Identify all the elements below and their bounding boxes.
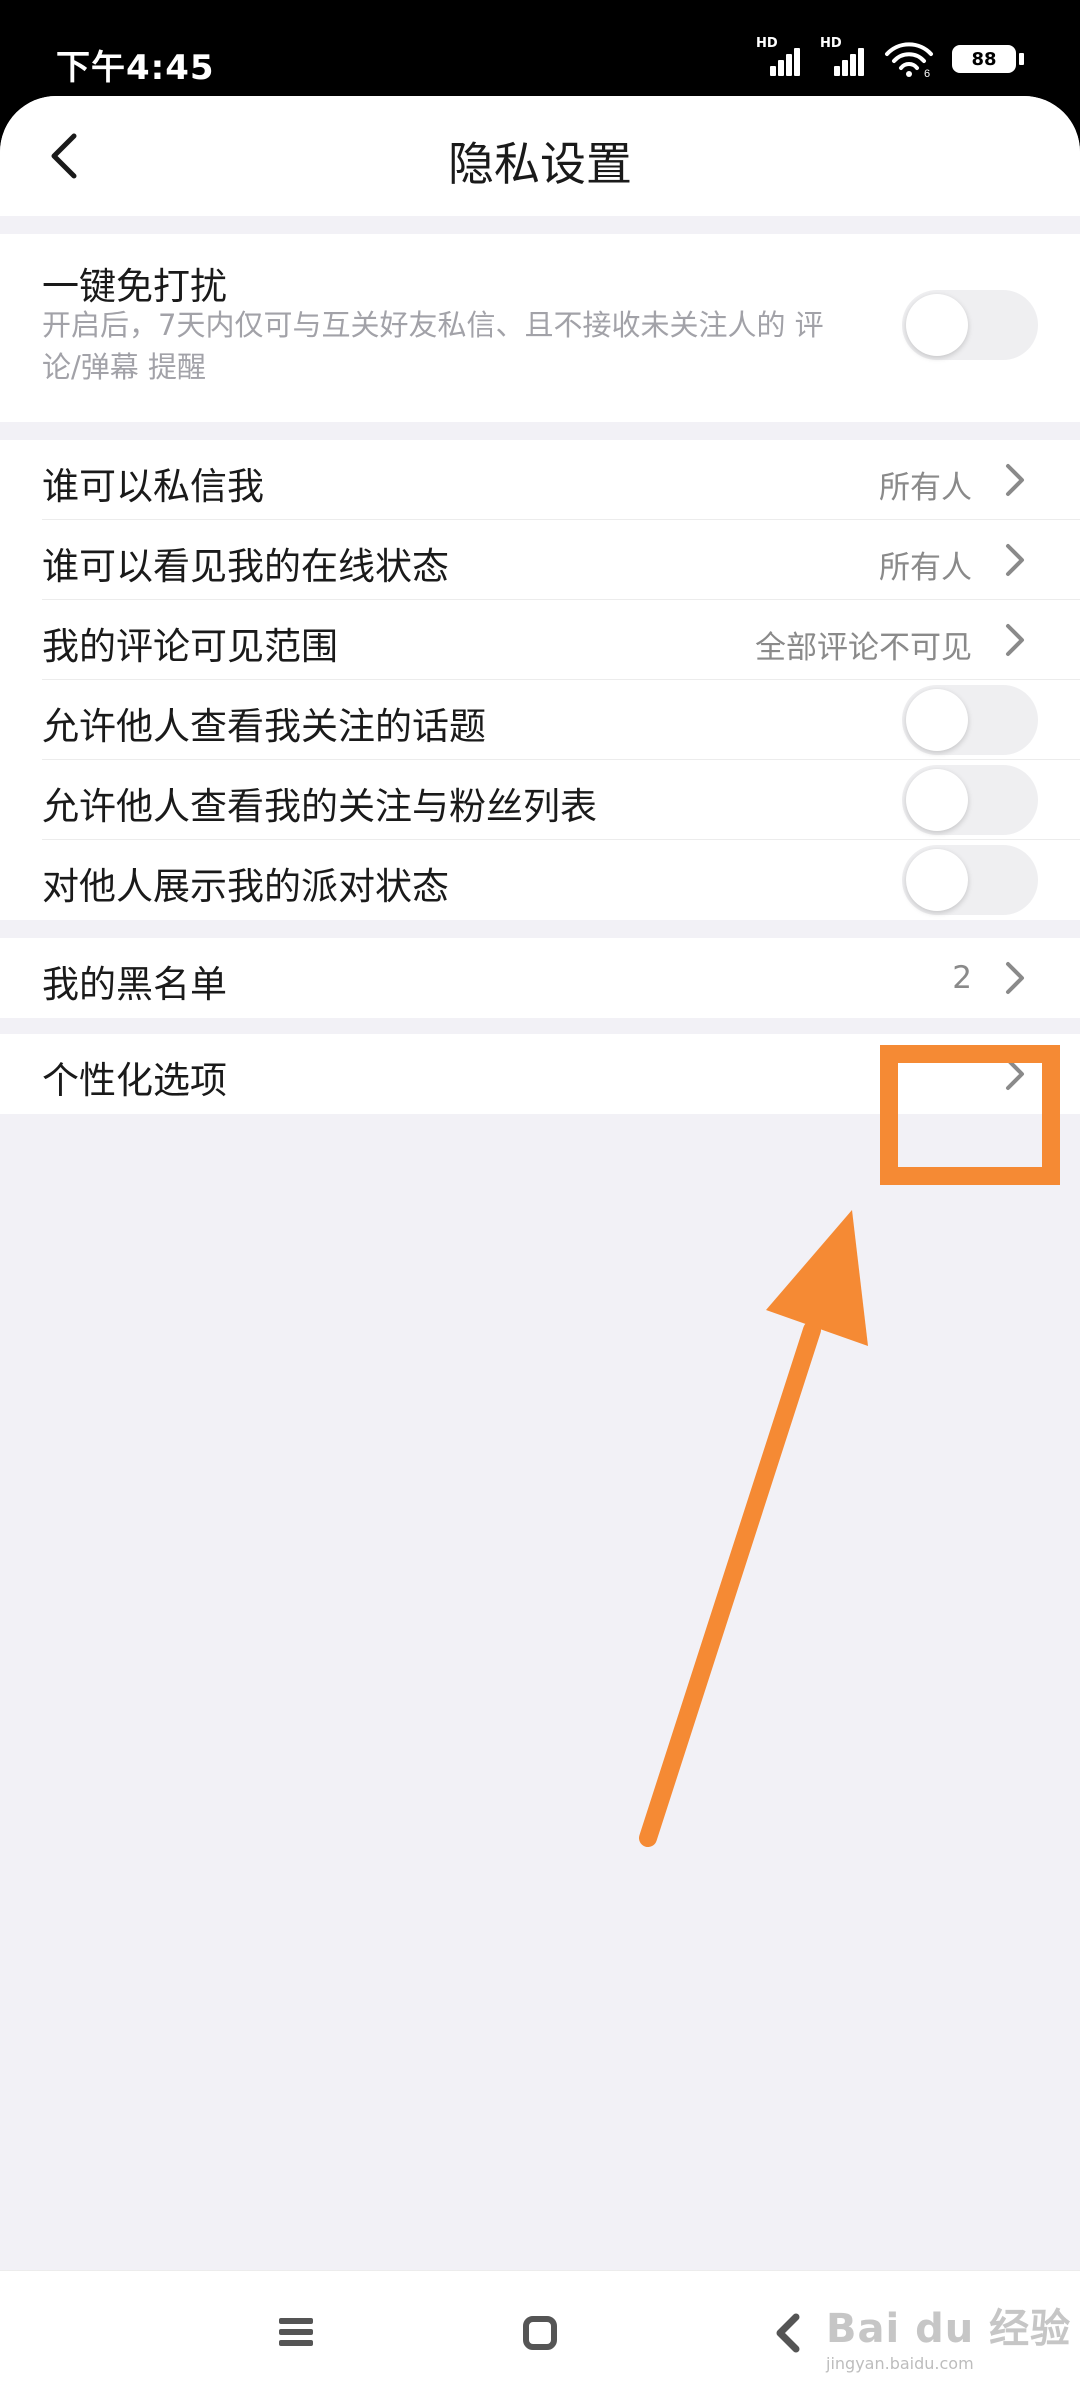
battery-level: 88 xyxy=(952,45,1016,73)
menu-icon[interactable] xyxy=(278,2315,314,2349)
comment-visibility-label: 我的评论可见范围 xyxy=(42,625,338,668)
comment-visibility-value: 全部评论不可见 xyxy=(755,630,972,666)
chevron-right-icon xyxy=(1006,962,1024,994)
privacy-group: 谁可以私信我 所有人 谁可以看见我的在线状态 所有人 我的评论可见范围 全部评论… xyxy=(0,440,1080,920)
status-time: 下午4:45 xyxy=(56,48,215,88)
highlight-box xyxy=(880,1045,1060,1185)
comment-visibility-row[interactable]: 我的评论可见范围 全部评论不可见 xyxy=(0,600,1080,680)
status-icons: HD HD 6 88 xyxy=(756,36,1024,78)
who-can-see-online-label: 谁可以看见我的在线状态 xyxy=(42,545,449,588)
blacklist-count: 2 xyxy=(952,960,972,996)
dnd-toggle[interactable] xyxy=(902,290,1038,360)
personalization-label: 个性化选项 xyxy=(42,1059,227,1102)
dnd-group: 一键免打扰 开启后，7天内仅可与互关好友私信、且不接收未关注人的 评论/弹幕 提… xyxy=(0,234,1080,422)
privacy-settings-screen: 隐私设置 一键免打扰 开启后，7天内仅可与互关好友私信、且不接收未关注人的 评论… xyxy=(0,96,1080,2400)
signal-icon: HD xyxy=(820,36,866,76)
nav-bar: 隐私设置 xyxy=(0,96,1080,216)
allow-view-topics-label: 允许他人查看我关注的话题 xyxy=(42,705,486,748)
battery-icon: 88 xyxy=(952,45,1024,73)
home-icon[interactable] xyxy=(522,2315,558,2351)
wifi-icon: 6 xyxy=(885,42,933,78)
blacklist-label: 我的黑名单 xyxy=(42,963,227,1006)
who-can-message-value: 所有人 xyxy=(879,470,972,506)
chevron-right-icon xyxy=(1006,464,1024,496)
status-bar: 下午4:45 HD HD 6 88 xyxy=(0,0,1080,100)
allow-view-topics-toggle[interactable] xyxy=(902,685,1038,755)
signal-icon: HD xyxy=(756,36,802,76)
signal-hd-label: HD xyxy=(820,36,842,51)
who-can-see-online-value: 所有人 xyxy=(879,550,972,586)
who-can-message-row[interactable]: 谁可以私信我 所有人 xyxy=(0,440,1080,520)
dnd-description: 开启后，7天内仅可与互关好友私信、且不接收未关注人的 评论/弹幕 提醒 xyxy=(42,308,824,384)
allow-view-follow-list-toggle[interactable] xyxy=(902,765,1038,835)
allow-view-follow-list-row: 允许他人查看我的关注与粉丝列表 xyxy=(0,760,1080,840)
signal-hd-label: HD xyxy=(756,36,778,51)
dnd-label: 一键免打扰 xyxy=(42,265,227,308)
allow-view-follow-list-label: 允许他人查看我的关注与粉丝列表 xyxy=(42,785,597,828)
chevron-right-icon xyxy=(1006,624,1024,656)
who-can-message-label: 谁可以私信我 xyxy=(42,465,264,508)
page-title: 隐私设置 xyxy=(448,137,632,191)
show-party-status-toggle[interactable] xyxy=(902,845,1038,915)
allow-view-topics-row: 允许他人查看我关注的话题 xyxy=(0,680,1080,760)
back-icon[interactable] xyxy=(772,2311,802,2355)
watermark: Bai du 经验 jingyan.baidu.com xyxy=(826,2296,1071,2373)
show-party-status-row: 对他人展示我的派对状态 xyxy=(0,840,1080,920)
blacklist-group[interactable]: 我的黑名单 2 xyxy=(0,938,1080,1018)
watermark-brand: Bai du 经验 xyxy=(826,2306,1072,2352)
watermark-url: jingyan.baidu.com xyxy=(826,2354,974,2373)
who-can-see-online-row[interactable]: 谁可以看见我的在线状态 所有人 xyxy=(0,520,1080,600)
wifi-label: 6 xyxy=(924,68,930,78)
chevron-right-icon xyxy=(1006,544,1024,576)
show-party-status-label: 对他人展示我的派对状态 xyxy=(42,865,449,908)
